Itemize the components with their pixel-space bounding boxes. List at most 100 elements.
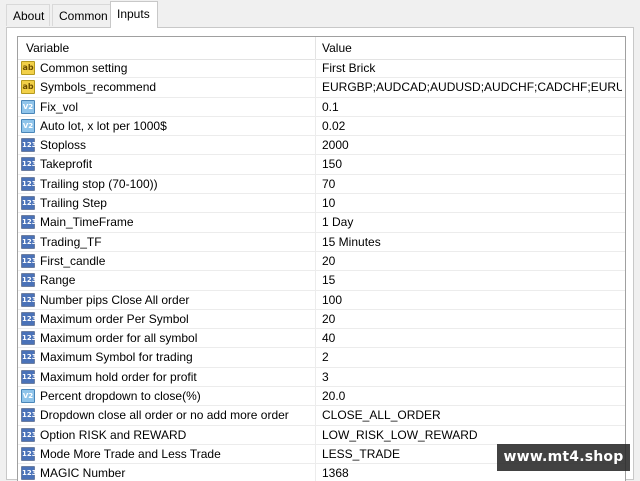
variable-value[interactable]: 1 Day bbox=[322, 213, 622, 232]
variable-value[interactable]: 15 bbox=[322, 271, 622, 290]
variable-name: Trading_TF bbox=[40, 234, 102, 249]
variable-name: Percent dropdown to close(%) bbox=[40, 389, 201, 404]
table-row[interactable]: ab Common setting First Brick bbox=[18, 59, 625, 79]
column-divider[interactable] bbox=[315, 37, 316, 59]
table-row[interactable]: 123 Maximum hold order for profit 3 bbox=[18, 367, 625, 388]
cell-divider bbox=[315, 309, 316, 329]
variable-value[interactable]: 20 bbox=[322, 252, 622, 271]
integer-type-icon: 123 bbox=[21, 157, 37, 172]
cell-divider bbox=[315, 387, 316, 407]
table-row[interactable]: V2 Auto lot, x lot per 1000$ 0.02 bbox=[18, 116, 625, 137]
variable-name: Takeprofit bbox=[40, 157, 93, 172]
cell-divider bbox=[315, 59, 316, 78]
cell-divider bbox=[315, 425, 316, 445]
variable-value[interactable]: EURGBP;AUDCAD;AUDUSD;AUDCHF;CADCHF;EURUS… bbox=[322, 78, 622, 97]
variable-value[interactable]: 3 bbox=[322, 368, 622, 387]
cell-divider bbox=[315, 213, 316, 233]
cell-divider bbox=[315, 329, 316, 349]
inputs-table: Variable Value ab Common setting First Bri… bbox=[17, 36, 626, 481]
column-header-value[interactable]: Value bbox=[322, 37, 352, 59]
variable-name: Maximum order for all symbol bbox=[40, 331, 198, 346]
integer-type-icon: 123 bbox=[21, 427, 37, 442]
table-row[interactable]: 123 Stoploss 2000 bbox=[18, 136, 625, 156]
table-row[interactable]: 123 Option RISK and REWARD LOW_RISK_LOW_RE… bbox=[18, 425, 625, 445]
double-type-icon: V2 bbox=[21, 389, 35, 404]
cell-divider bbox=[315, 251, 316, 271]
cell-divider bbox=[315, 116, 316, 136]
cell-divider bbox=[315, 78, 316, 98]
variable-name: Mode More Trade and Less Trade bbox=[40, 446, 221, 461]
variable-name: First_candle bbox=[40, 253, 106, 268]
cell-divider bbox=[315, 271, 316, 291]
tab-common[interactable]: Common bbox=[52, 4, 112, 26]
table-row[interactable]: 123 Trailing stop (70-100)) 70 bbox=[18, 174, 625, 195]
cell-divider bbox=[315, 348, 316, 368]
string-type-icon: ab bbox=[21, 61, 35, 75]
table-row[interactable]: 123 Maximum order for all symbol 40 bbox=[18, 329, 625, 349]
variable-name: Symbols_recommend bbox=[40, 80, 157, 95]
variable-value[interactable]: 0.02 bbox=[322, 117, 622, 136]
variable-name: Range bbox=[40, 273, 76, 288]
table-row[interactable]: 123 Main_TimeFrame 1 Day bbox=[18, 213, 625, 233]
table-row[interactable]: 123 Dropdown close all order or no add mo… bbox=[18, 406, 625, 426]
table-row[interactable]: 123 Trailing Step 10 bbox=[18, 194, 625, 214]
variable-name: Number pips Close All order bbox=[40, 292, 190, 307]
cell-divider bbox=[315, 97, 316, 117]
cell-divider bbox=[315, 155, 316, 175]
table-row[interactable]: 123 Maximum Symbol for trading 2 bbox=[18, 348, 625, 368]
variable-value[interactable]: 0.1 bbox=[322, 98, 622, 117]
table-row[interactable]: 123 Range 15 bbox=[18, 271, 625, 291]
integer-type-icon: 123 bbox=[21, 369, 37, 384]
integer-type-icon: 123 bbox=[21, 138, 37, 153]
variable-value[interactable]: 70 bbox=[322, 175, 622, 194]
double-type-icon: V2 bbox=[21, 118, 35, 133]
table-row[interactable]: 123 Trading_TF 15 Minutes bbox=[18, 232, 625, 252]
variable-value[interactable]: LOW_RISK_LOW_REWARD bbox=[322, 426, 622, 445]
variable-value[interactable]: CLOSE_ALL_ORDER bbox=[322, 406, 622, 425]
integer-type-icon: 123 bbox=[21, 331, 37, 346]
cell-divider bbox=[315, 232, 316, 252]
integer-type-icon: 123 bbox=[21, 466, 37, 481]
variable-name: Common setting bbox=[40, 61, 128, 75]
table-row[interactable]: V2 Fix_vol 0.1 bbox=[18, 97, 625, 117]
integer-type-icon: 123 bbox=[21, 350, 37, 365]
variable-name: Maximum hold order for profit bbox=[40, 369, 197, 384]
variable-value[interactable]: 2 bbox=[322, 348, 622, 367]
cell-divider bbox=[315, 194, 316, 214]
table-row[interactable]: ab Symbols_recommend EURGBP;AUDCAD;AUDUSD;… bbox=[18, 78, 625, 98]
tab-about[interactable]: About bbox=[6, 4, 50, 26]
table-row[interactable]: 123 Maximum order Per Symbol 20 bbox=[18, 309, 625, 330]
table-row[interactable]: V2 Percent dropdown to close(%) 20.0 bbox=[18, 387, 625, 407]
integer-type-icon: 123 bbox=[21, 196, 37, 211]
variable-value[interactable]: 2000 bbox=[322, 136, 622, 155]
cell-divider bbox=[315, 367, 316, 387]
integer-type-icon: 123 bbox=[21, 446, 37, 461]
integer-type-icon: 123 bbox=[21, 311, 37, 326]
variable-value[interactable]: 15 Minutes bbox=[322, 233, 622, 252]
integer-type-icon: 123 bbox=[21, 253, 37, 268]
table-row[interactable]: 123 Takeprofit 150 bbox=[18, 155, 625, 175]
watermark: www.mt4.shop bbox=[497, 444, 630, 471]
table-row[interactable]: 123 Number pips Close All order 100 bbox=[18, 290, 625, 310]
variable-name: Maximum Symbol for trading bbox=[40, 350, 193, 365]
inputs-panel: Variable Value ab Common setting First Bri… bbox=[6, 27, 634, 481]
cell-divider bbox=[315, 444, 316, 464]
variable-name: Fix_vol bbox=[40, 99, 79, 114]
tab-inputs[interactable]: Inputs bbox=[110, 1, 158, 28]
variable-name: Stoploss bbox=[40, 138, 87, 153]
variable-value[interactable]: 150 bbox=[322, 155, 622, 174]
variable-value[interactable]: 20 bbox=[322, 310, 622, 329]
variable-value[interactable]: 100 bbox=[322, 291, 622, 310]
table-row[interactable]: 123 First_candle 20 bbox=[18, 251, 625, 272]
variable-name: Trailing Step bbox=[40, 196, 107, 211]
variable-value[interactable]: 20.0 bbox=[322, 387, 622, 406]
variable-value[interactable]: First Brick bbox=[322, 59, 622, 78]
column-header-variable[interactable]: Variable bbox=[26, 37, 69, 59]
variable-value[interactable]: 10 bbox=[322, 194, 622, 213]
integer-type-icon: 123 bbox=[21, 292, 37, 307]
variable-name: Trailing stop (70-100)) bbox=[40, 176, 158, 191]
cell-divider bbox=[315, 290, 316, 310]
variable-name: Option RISK and REWARD bbox=[40, 427, 187, 442]
variable-name: Auto lot, x lot per 1000$ bbox=[40, 118, 167, 133]
variable-value[interactable]: 40 bbox=[322, 329, 622, 348]
